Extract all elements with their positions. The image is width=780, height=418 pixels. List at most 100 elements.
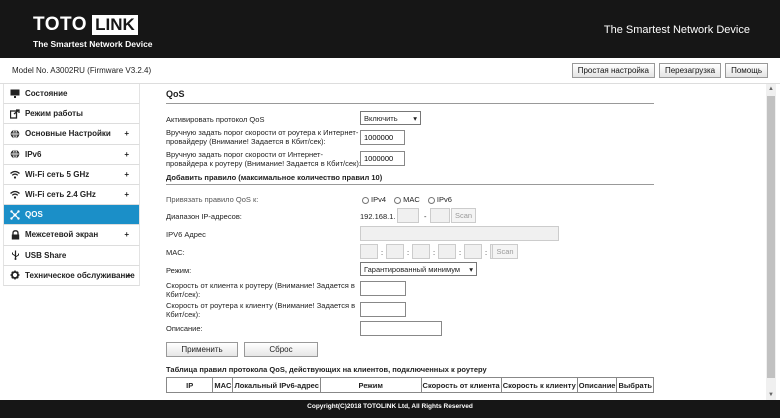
sidebar-item-basic-settings[interactable]: Основные Настройки + (3, 124, 140, 145)
apply-button[interactable]: Применить (166, 342, 238, 357)
qos-rules-table: IP MAC Локальный IPv6-адрес Режим Скорос… (165, 377, 654, 393)
add-rule-heading: Добавить правило (максимальное количеств… (166, 173, 383, 182)
export-icon (10, 109, 20, 119)
logo-word-right: LINK (92, 15, 138, 35)
sidebar-item-status[interactable]: Состояние (3, 84, 140, 105)
description-input[interactable] (360, 321, 442, 336)
sidebar-item-label: Wi-Fi сеть 5 GHz (25, 169, 90, 179)
ip-prefix: 192.168.1. (360, 212, 396, 221)
header: TOTO LINK The Smartest Network Device Th… (0, 0, 780, 58)
download-threshold-label: Вручную задать порог скорости от Интерне… (166, 150, 361, 168)
bind-ipv4-radio[interactable]: IPv4 (362, 195, 386, 204)
model-info: Model No. A3002RU (Firmware V3.2.4) (12, 66, 152, 75)
scroll-up-icon[interactable]: ▲ (767, 85, 775, 93)
sidebar-item-wifi-5ghz[interactable]: Wi-Fi сеть 5 GHz + (3, 164, 140, 185)
sidebar-item-mode[interactable]: Режим работы (3, 104, 140, 125)
sidebar: Состояние Режим работы Основные Настройк… (3, 84, 140, 286)
chevron-down-icon: ▾ (413, 113, 417, 123)
rules-table-title: Таблица правил протокола QoS, действующи… (166, 365, 487, 374)
enable-qos-label: Активировать протокол QoS (166, 115, 265, 124)
monitor-icon (10, 89, 20, 99)
sidebar-item-label: Техническое обслуживание (25, 270, 135, 280)
sidebar-item-label: Состояние (25, 89, 68, 99)
reset-button[interactable]: Сброс (244, 342, 318, 357)
title-divider (166, 103, 654, 104)
client-to-router-input[interactable] (360, 281, 406, 296)
reboot-button[interactable]: Перезагрузка (658, 63, 722, 78)
ip-range-end-input[interactable] (430, 208, 450, 223)
lock-icon (10, 230, 20, 240)
sidebar-item-ipv6[interactable]: IPv6 + (3, 144, 140, 165)
mac-scan-button[interactable]: Scan (492, 244, 518, 259)
column-header: Скорость от клиента (420, 377, 502, 393)
sidebar-item-label: Межсетевой экран (25, 230, 99, 240)
bind-rule-label: Привязать правило QoS к: (166, 195, 259, 204)
sidebar-item-label: Основные Настройки (25, 129, 111, 139)
scroll-thumb[interactable] (767, 96, 775, 378)
page-scrollbar[interactable]: ▲ ▼ (766, 84, 776, 400)
ip-range-start-input[interactable] (397, 208, 419, 223)
description-label: Описание: (166, 324, 203, 333)
sidebar-item-label: QOS (25, 210, 43, 220)
mac-label: MAC: (166, 248, 185, 257)
page-title: QoS (166, 89, 185, 99)
download-threshold-input[interactable] (360, 151, 405, 166)
network-icon (10, 210, 20, 220)
globe-icon (10, 149, 20, 159)
ip-range-label: Диапазон IP-адресов: (166, 212, 242, 221)
scroll-down-icon[interactable]: ▼ (767, 391, 775, 399)
ip-range-dash: - (424, 212, 427, 221)
mac-octet-5[interactable] (464, 244, 482, 259)
easy-setup-button[interactable]: Простая настройка (571, 63, 655, 78)
enable-qos-select[interactable]: Включить ▾ (360, 111, 421, 125)
column-header: Режим (319, 377, 422, 393)
sidebar-item-qos[interactable]: QOS (3, 205, 140, 226)
upload-threshold-label: Вручную задать порог скорости от роутера… (166, 128, 359, 146)
wifi-icon (10, 169, 20, 179)
sidebar-item-usb-share[interactable]: USB Share (3, 245, 140, 266)
mode-label: Режим: (166, 266, 192, 275)
help-button[interactable]: Помощь (725, 63, 768, 78)
globe-icon (10, 129, 20, 139)
table-header-row: IP MAC Локальный IPv6-адрес Режим Скорос… (165, 377, 654, 393)
logo-word-left: TOTO (33, 14, 88, 35)
sidebar-item-label: USB Share (25, 250, 67, 260)
ip-scan-button[interactable]: Scan (451, 208, 476, 223)
sidebar-item-label: Wi-Fi сеть 2.4 GHz (25, 190, 96, 200)
sidebar-item-label: Режим работы (25, 109, 83, 119)
ipv6-address-label: IPV6 Адрес (166, 230, 206, 239)
footer: Copyright(C)2018 TOTOLINK Ltd, All Right… (0, 400, 780, 418)
sidebar-item-maintenance[interactable]: Техническое обслуживание + (3, 265, 140, 286)
gear-icon (10, 270, 20, 280)
enable-qos-value: Включить (364, 113, 398, 123)
mac-octet-4[interactable] (438, 244, 456, 259)
sidebar-item-wifi-24ghz[interactable]: Wi-Fi сеть 2.4 GHz + (3, 184, 140, 206)
column-header: Выбрать (616, 377, 654, 393)
column-header: Скорость к клиенту (500, 377, 578, 393)
mode-value: Гарантированный минимум (364, 264, 461, 274)
bind-ipv6-radio[interactable]: IPv6 (427, 195, 452, 204)
main-content: QoS Активировать протокол QoS Включить ▾… (150, 84, 766, 400)
column-header: MAC (212, 377, 234, 393)
upload-threshold-input[interactable] (360, 130, 405, 145)
topbar: Model No. A3002RU (Firmware V3.2.4) Прос… (0, 58, 780, 84)
header-slogan: The Smartest Network Device (603, 24, 750, 36)
router-to-client-label: Скорость от роутера к клиенту (Внимание!… (166, 301, 356, 319)
ipv6-address-input[interactable] (360, 226, 559, 241)
mac-octet-1[interactable] (360, 244, 378, 259)
totolink-logo[interactable]: TOTO LINK The Smartest Network Device (33, 14, 153, 49)
mac-octet-2[interactable] (386, 244, 404, 259)
router-to-client-input[interactable] (360, 302, 406, 317)
client-to-router-label: Скорость от клиента к роутеру (Внимание!… (166, 281, 355, 299)
column-header: IP (165, 377, 214, 393)
chevron-down-icon: ▾ (469, 264, 473, 274)
mac-octet-3[interactable] (412, 244, 430, 259)
add-rule-divider (166, 184, 654, 185)
mode-select[interactable]: Гарантированный минимум ▾ (360, 262, 477, 276)
bind-rule-options: IPv4 MAC IPv6 (362, 195, 452, 204)
sidebar-item-firewall[interactable]: Межсетевой экран + (3, 225, 140, 246)
logo-tagline: The Smartest Network Device (33, 39, 153, 49)
bind-mac-radio[interactable]: MAC (394, 195, 420, 204)
column-header: Описание (576, 377, 618, 393)
column-header: Локальный IPv6-адрес (232, 377, 321, 393)
